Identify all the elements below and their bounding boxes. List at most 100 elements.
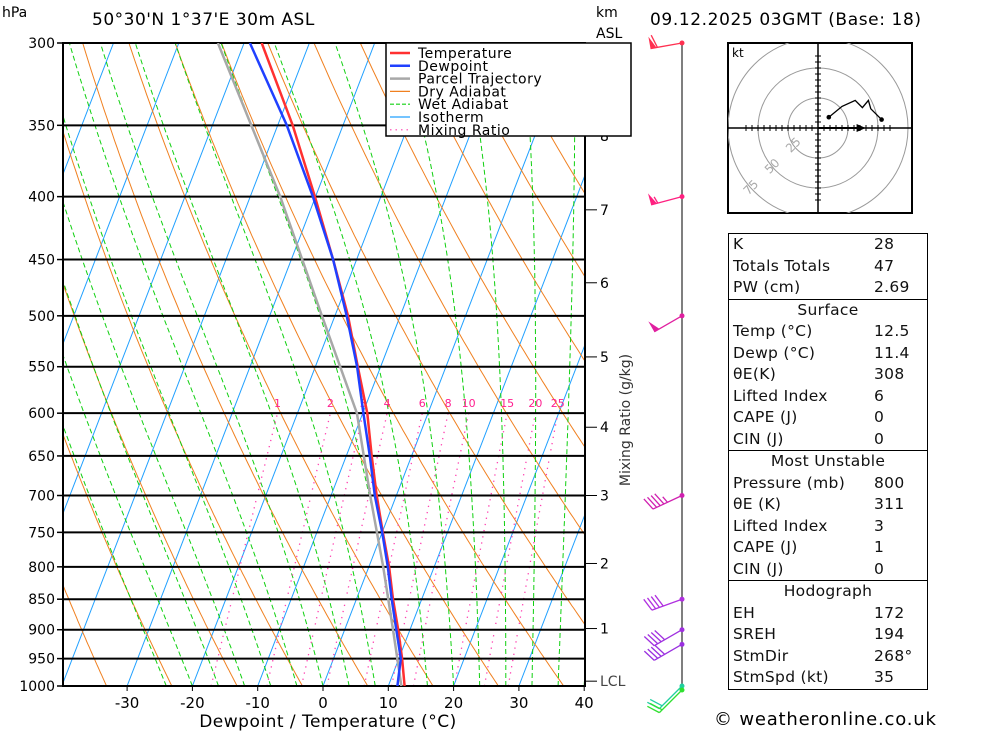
- x-tick-label: 40: [575, 694, 594, 712]
- row-value: 35: [874, 668, 895, 686]
- row-value: 194: [874, 625, 905, 643]
- row-label: PW (cm): [733, 278, 801, 296]
- pressure-tick-label: 500: [28, 309, 55, 325]
- row-value: 6: [874, 386, 885, 405]
- table-row: PW (cm) 2.69: [729, 277, 927, 299]
- pressure-tick-label: 300: [28, 36, 55, 52]
- wind-barb-feather: [650, 495, 661, 507]
- wind-barb-staff: [651, 598, 683, 611]
- row-label: StmDir: [733, 646, 789, 665]
- wind-barb-feather: [650, 596, 660, 608]
- pressure-tick-label: 400: [28, 190, 55, 206]
- row-value: 800: [874, 473, 905, 492]
- dry-adiabat-line: [82, 43, 369, 686]
- pressure-tick-label: 750: [28, 525, 55, 541]
- table-row: SREH 194: [729, 624, 927, 646]
- table-row: Lifted Index 6: [729, 386, 927, 408]
- wind-barb-staff: [658, 689, 683, 714]
- row-value: 0: [874, 408, 885, 426]
- wet-adiabat-line: [464, 43, 507, 686]
- wet-adiabat-line: [174, 43, 376, 686]
- row-label: CAPE (J): [733, 538, 798, 556]
- legend: TemperatureDewpointParcel TrajectoryDry …: [385, 42, 632, 139]
- x-tick-label: 10: [379, 694, 398, 712]
- height-tick-label: LCL: [600, 674, 626, 690]
- row-value: 311: [874, 495, 905, 513]
- surface-title: Surface: [797, 300, 859, 319]
- mixing-ratio-label: 6: [419, 397, 426, 410]
- hodograph-endpoint: [879, 117, 884, 122]
- isotherm-line: [63, 43, 310, 685]
- row-label: SREH: [733, 625, 777, 643]
- skewt-page: hPa 50°30'N 1°37'E 30m ASL km ASL 09.12.…: [0, 0, 1000, 733]
- hodograph-title: Hodograph: [783, 582, 873, 600]
- mixing-ratio-label: 8: [445, 397, 452, 410]
- row-label: Temp (°C): [733, 322, 813, 340]
- most-unstable-title: Most Unstable: [770, 452, 886, 470]
- row-value: 11.4: [874, 343, 910, 362]
- row-label: Dewp (°C): [733, 343, 816, 362]
- wind-barb: [648, 34, 685, 50]
- mixing-ratio-axis-label: Mixing Ratio (g/kg): [618, 354, 634, 486]
- row-label: Lifted Index: [733, 386, 828, 405]
- isotherm-line: [63, 43, 180, 346]
- isotherm-line: [453, 343, 585, 686]
- wind-barb-feather: [646, 597, 657, 610]
- wind-barb: [643, 594, 685, 611]
- row-label: Totals Totals: [733, 256, 831, 275]
- hodograph-endpoint: [826, 114, 832, 120]
- height-tick-label: 1: [600, 622, 609, 638]
- indices-table: K 28 Totals Totals 47 PW (cm) 2.69 Surface Te…: [728, 233, 928, 690]
- copyright-link[interactable]: © weatheronline.co.uk: [714, 709, 937, 730]
- wind-barb: [647, 687, 685, 714]
- row-label: θE(K): [733, 365, 777, 383]
- row-label: CIN (J): [733, 559, 784, 578]
- isotherm-line: [63, 43, 114, 176]
- height-tick-label: 4: [600, 420, 609, 436]
- hodograph: 255075kt: [727, 42, 913, 214]
- table-row: K 28: [729, 234, 927, 256]
- height-tick-label: 5: [600, 350, 609, 366]
- pressure-tick-label: 850: [28, 592, 55, 608]
- dry-adiabat-line: [174, 43, 499, 686]
- mixing-ratio-line: [483, 413, 537, 686]
- row-label: StmSpd (kt): [733, 668, 829, 686]
- hodograph-section: Hodograph EH 172 SREH 194 StmDir 268° StmSpd (…: [729, 580, 927, 689]
- row-label: K: [733, 235, 744, 253]
- wind-barb-feather: [647, 496, 658, 508]
- row-label: Lifted Index: [733, 516, 828, 535]
- x-axis-label: Dewpoint / Temperature (°C): [199, 712, 457, 732]
- wind-barb-feather: [654, 629, 666, 641]
- pressure-tick-label: 1000: [19, 679, 55, 695]
- table-row: CIN (J) 0: [729, 559, 927, 581]
- mixing-ratio-label: 20: [528, 397, 542, 410]
- table-row: StmSpd (kt) 35: [729, 667, 927, 689]
- table-row: Totals Totals 47: [729, 256, 927, 278]
- mixing-ratio-label: 4: [384, 397, 391, 410]
- wind-barb-staff: [658, 685, 683, 710]
- mixing-ratio-line: [363, 413, 423, 686]
- wind-barb-feather: [643, 498, 654, 510]
- row-value: 0: [874, 559, 885, 578]
- mixing-ratio-label: 1: [274, 397, 281, 410]
- table-row: θE(K) 308: [729, 364, 927, 386]
- height-tick-label: 3: [600, 489, 609, 505]
- wind-barb-feather: [654, 594, 664, 607]
- x-tick-label: -20: [180, 694, 205, 712]
- x-tick-label: 0: [318, 694, 328, 712]
- mixing-ratio-line: [412, 413, 470, 686]
- dry-adiabat-line: [962, 43, 1000, 686]
- row-value: 1: [874, 538, 885, 556]
- wind-barb-feather: [654, 644, 666, 655]
- wind-barb-feather: [650, 646, 662, 657]
- row-value: 308: [874, 365, 905, 383]
- most-unstable-section: Most Unstable Pressure (mb) 800 θE (K) 311 L…: [729, 450, 927, 580]
- table-row: CAPE (J) 1: [729, 537, 927, 559]
- wind-barb-feather: [643, 650, 655, 661]
- pressure-tick-label: 650: [28, 449, 55, 465]
- x-tick-label: 20: [444, 694, 463, 712]
- isotherm-line: [257, 43, 506, 686]
- wind-barb-feather: [643, 598, 653, 611]
- temperature-line: [260, 43, 406, 686]
- wind-barb: [647, 193, 685, 206]
